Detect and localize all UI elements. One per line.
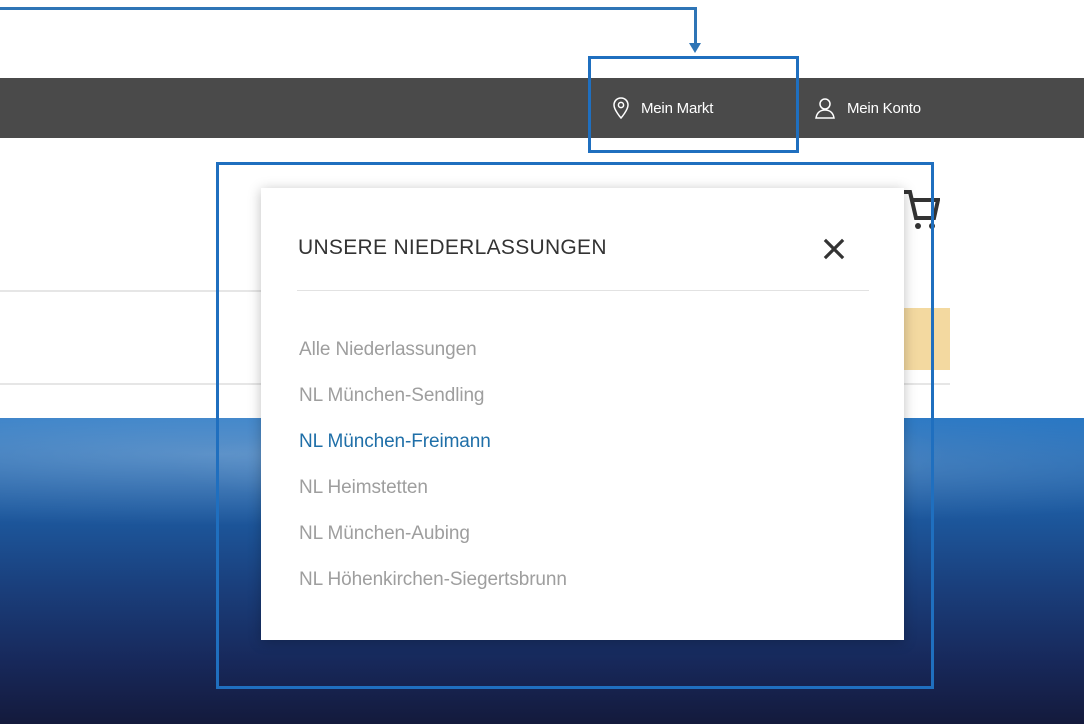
user-icon <box>815 98 835 119</box>
mein-markt-highlight <box>588 56 799 153</box>
mein-konto-label: Mein Konto <box>847 99 921 117</box>
annotation-line-vertical <box>694 7 697 44</box>
mein-konto-link[interactable]: Mein Konto <box>815 78 921 138</box>
popup-highlight <box>216 162 934 689</box>
top-navigation-bar: Mein Markt Mein Konto <box>0 78 1084 138</box>
annotation-arrow <box>689 43 701 53</box>
annotation-line-horizontal <box>0 7 697 10</box>
